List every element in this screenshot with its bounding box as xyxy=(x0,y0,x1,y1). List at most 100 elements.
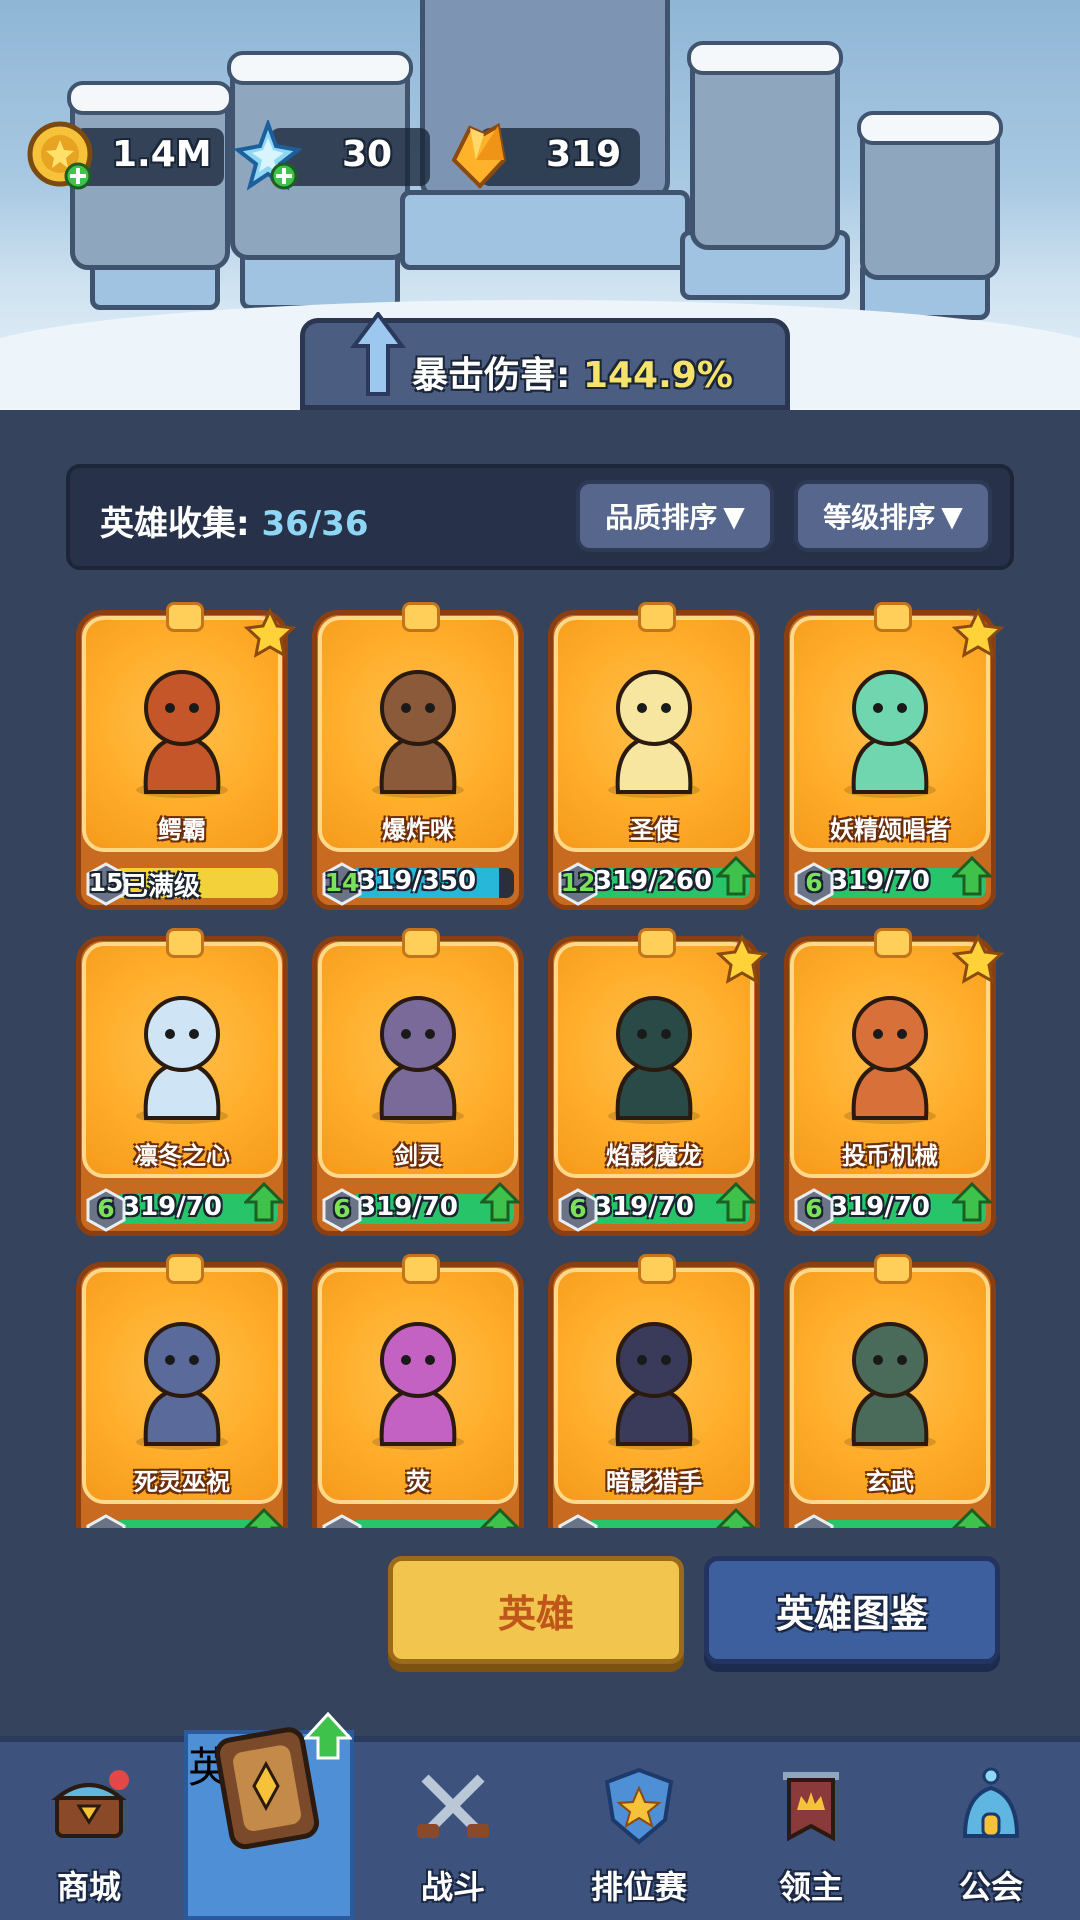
hero-portrait xyxy=(844,996,936,1124)
card-top-gem xyxy=(638,928,676,958)
gold-coin-icon[interactable] xyxy=(26,120,98,192)
upgrade-arrow-icon xyxy=(716,1182,756,1222)
guild-tower-icon xyxy=(962,1767,1020,1838)
upgrade-arrow-icon xyxy=(952,1508,992,1528)
upgrade-arrow-icon xyxy=(716,1508,756,1528)
star-icon xyxy=(244,608,296,658)
hero-screen: 1.4M 30 319 暴击伤害: 144.9% 英雄收集: 36/36 品质排… xyxy=(0,0,1080,1920)
sort-quality-button[interactable]: 品质排序 ▼ xyxy=(576,480,774,552)
level-number: 6 xyxy=(805,868,823,897)
crit-damage-text: 暴击伤害: 144.9% xyxy=(412,346,733,398)
up-crystal-arrow-icon xyxy=(350,312,406,396)
collection-text: 英雄收集: 36/36 xyxy=(100,496,369,545)
progress-text: 319/260 xyxy=(594,866,713,896)
hero-portrait xyxy=(372,1322,464,1450)
card-top-gem xyxy=(166,928,204,958)
hero-card[interactable]: 剑灵 319/70 6 xyxy=(312,926,524,1236)
hero-name: 剑灵 xyxy=(394,1142,442,1170)
level-row xyxy=(792,1508,992,1528)
crossed-swords-icon xyxy=(417,1774,489,1838)
hero-portrait xyxy=(844,670,936,798)
gem-amount: 319 xyxy=(546,134,622,175)
upgrade-arrow-icon xyxy=(952,1182,992,1222)
level-number: 6 xyxy=(805,1194,823,1223)
upgrade-arrow-icon xyxy=(244,1182,284,1222)
nav-hero[interactable]: 英雄 xyxy=(184,1712,354,1920)
star-icon xyxy=(952,934,1004,984)
hero-portrait xyxy=(608,670,700,798)
hero-tab-button[interactable]: 英雄 xyxy=(388,1556,684,1664)
statue-pedestal xyxy=(400,190,690,270)
hero-portrait xyxy=(136,996,228,1124)
hero-portrait xyxy=(136,1322,228,1450)
collection-count: 36/36 xyxy=(261,504,369,544)
hero-name: 爆炸咪 xyxy=(382,816,454,844)
hero-portrait xyxy=(608,996,700,1124)
nav-ranked-label: 排位赛 xyxy=(590,1868,687,1906)
hero-card[interactable]: 爆炸咪 319/350 14 xyxy=(312,600,524,910)
upgrade-arrow-icon xyxy=(480,1508,520,1528)
progress-text: 319/70 xyxy=(122,1192,222,1222)
progress-text: 319/70 xyxy=(830,866,930,896)
hero-card[interactable]: 玄武 xyxy=(784,1252,996,1528)
nav-ranked[interactable]: 排位赛 xyxy=(554,1736,724,1920)
hero-card[interactable]: 圣使 319/260 12 xyxy=(548,600,760,910)
card-top-gem xyxy=(402,602,440,632)
hero-card[interactable]: 投币机械 319/70 6 xyxy=(784,926,1004,1236)
level-number: 12 xyxy=(560,868,596,897)
triangle-down-icon: ▼ xyxy=(723,499,745,533)
nav-shop[interactable]: 商城 xyxy=(4,1736,174,1920)
level-row: 已满级 15 xyxy=(84,862,280,906)
star-icon xyxy=(716,934,768,984)
level-hex-icon xyxy=(794,1514,834,1528)
nav-shop-label: 商城 xyxy=(56,1868,121,1906)
card-top-gem xyxy=(402,1254,440,1284)
crit-damage-value: 144.9% xyxy=(582,355,733,396)
level-number: 6 xyxy=(333,1194,351,1223)
card-top-gem xyxy=(638,602,676,632)
nav-battle[interactable]: 战斗 xyxy=(368,1736,538,1920)
orange-gem-icon[interactable] xyxy=(440,120,512,192)
hero-card[interactable]: 荧 xyxy=(312,1252,524,1528)
level-row: 319/70 6 xyxy=(792,1182,992,1232)
banner-crown-icon xyxy=(783,1772,839,1842)
treasure-chest-icon xyxy=(51,1770,129,1838)
level-number: 15 xyxy=(88,868,124,897)
progress-text: 319/350 xyxy=(358,866,477,896)
hero-portrait xyxy=(372,670,464,798)
progress-text: 319/70 xyxy=(358,1192,458,1222)
hero-name: 投币机械 xyxy=(842,1142,938,1170)
card-top-gem xyxy=(638,1254,676,1284)
nav-guild[interactable]: 公会 xyxy=(906,1736,1076,1920)
hero-card[interactable]: 死灵巫祝 xyxy=(76,1252,288,1528)
hero-grid: 鳄霸 已满级 15 爆炸咪 319/350 14 圣使 319/260 12 妖精颂唱者 319/7… xyxy=(0,600,1080,1528)
card-top-gem xyxy=(874,602,912,632)
level-row xyxy=(320,1508,520,1528)
nav-lord-label: 领主 xyxy=(778,1868,843,1906)
hero-name: 凛冬之心 xyxy=(134,1142,230,1170)
hero-portrait xyxy=(372,996,464,1124)
level-hex-icon xyxy=(558,1514,598,1528)
hero-card[interactable]: 鳄霸 已满级 15 xyxy=(76,600,296,910)
hero-card[interactable]: 妖精颂唱者 319/70 6 xyxy=(784,600,1004,910)
crystal-amount: 30 xyxy=(342,134,393,175)
sort-quality-label: 品质排序 xyxy=(605,501,718,534)
nav-lord[interactable]: 领主 xyxy=(726,1736,896,1920)
sort-level-button[interactable]: 等级排序 ▼ xyxy=(794,480,992,552)
hero-card[interactable]: 凛冬之心 319/70 6 xyxy=(76,926,288,1236)
statue xyxy=(687,41,843,250)
hero-portrait xyxy=(608,1322,700,1450)
progress-text: 319/70 xyxy=(830,1192,930,1222)
level-number: 6 xyxy=(569,1194,587,1223)
hero-atlas-button[interactable]: 英雄图鉴 xyxy=(704,1556,1000,1664)
upgrade-arrow-icon xyxy=(304,1712,352,1760)
card-top-gem xyxy=(402,928,440,958)
hero-portrait xyxy=(136,670,228,798)
sort-level-label: 等级排序 xyxy=(823,501,936,534)
upgrade-arrow-icon xyxy=(244,1508,284,1528)
card-top-gem xyxy=(166,602,204,632)
star-icon xyxy=(952,608,1004,658)
hero-card[interactable]: 焰影魔龙 319/70 6 xyxy=(548,926,768,1236)
hero-card[interactable]: 暗影猎手 xyxy=(548,1252,760,1528)
ice-crystal-icon[interactable] xyxy=(232,120,304,192)
